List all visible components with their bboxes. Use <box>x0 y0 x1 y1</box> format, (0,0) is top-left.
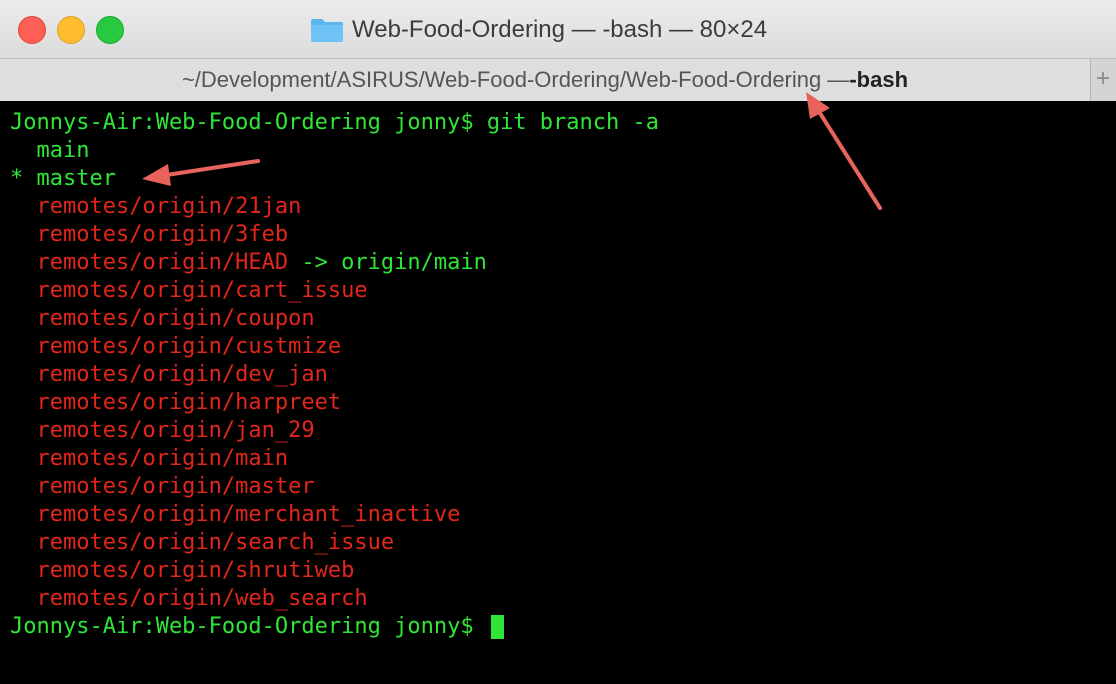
terminal-output[interactable]: Jonnys-Air:Web-Food-Ordering jonny$ git … <box>0 101 1116 684</box>
remote-branch-name: remotes/origin/jan_29 <box>10 418 315 443</box>
remote-branch-line: remotes/origin/dev_jan <box>10 361 659 389</box>
current-branch-marker <box>10 138 37 163</box>
tab-bash[interactable]: ~/Development/ASIRUS/Web-Food-Ordering/W… <box>0 59 1091 101</box>
remote-branch-name: remotes/origin/21jan <box>10 194 302 219</box>
cursor <box>490 615 504 639</box>
title-bar[interactable]: Web-Food-Ordering — -bash — 80×24 <box>0 0 1116 58</box>
branch-name: main <box>36 138 90 163</box>
remote-branch-line: remotes/origin/search_issue <box>10 529 659 557</box>
terminal-window: Web-Food-Ordering — -bash — 80×24 ~/Deve… <box>0 0 1116 684</box>
remote-branch-name: remotes/origin/web_search <box>10 586 368 611</box>
remote-branch-line: remotes/origin/3feb <box>10 221 659 249</box>
remote-branch-name: remotes/origin/cart_issue <box>10 278 368 303</box>
zoom-button[interactable] <box>96 16 124 44</box>
head-target: -> origin/main <box>288 250 487 275</box>
remote-branch-name: remotes/origin/main <box>10 446 289 471</box>
remote-branch-name: remotes/origin/harpreet <box>10 390 342 415</box>
remote-branch-line: remotes/origin/HEAD -> origin/main <box>10 249 659 277</box>
remote-branch-name: remotes/origin/coupon <box>10 306 315 331</box>
local-branch-line: main <box>10 137 659 165</box>
remote-branch-line: remotes/origin/main <box>10 445 659 473</box>
minimize-button[interactable] <box>57 16 85 44</box>
command-text: git branch -a <box>486 110 660 135</box>
remote-branch-name: remotes/origin/custmize <box>10 334 342 359</box>
branch-name: master <box>36 166 116 191</box>
local-branch-line: * master <box>10 165 659 193</box>
remote-branch-name: remotes/origin/3feb <box>10 222 289 247</box>
remote-branch-name: remotes/origin/HEAD <box>10 250 289 275</box>
remote-branch-line: remotes/origin/master <box>10 473 659 501</box>
remote-branch-name: remotes/origin/merchant_inactive <box>10 502 461 527</box>
current-branch-marker: * <box>10 166 37 191</box>
terminal-lines: Jonnys-Air:Web-Food-Ordering jonny$ git … <box>10 109 659 641</box>
folder-icon <box>310 17 344 43</box>
new-tab-button[interactable]: + <box>1096 65 1110 93</box>
remote-branch-line: remotes/origin/21jan <box>10 193 659 221</box>
prompt-text: Jonnys-Air:Web-Food-Ordering jonny$ <box>10 110 487 135</box>
remote-branch-name: remotes/origin/master <box>10 474 315 499</box>
remote-branch-line: remotes/origin/harpreet <box>10 389 659 417</box>
remote-branch-name: remotes/origin/dev_jan <box>10 362 328 387</box>
tab-process-label: -bash <box>849 67 909 92</box>
remote-branch-line: remotes/origin/web_search <box>10 585 659 613</box>
remote-branch-line: remotes/origin/shrutiweb <box>10 557 659 585</box>
window-title: Web-Food-Ordering — -bash — 80×24 <box>352 16 768 43</box>
remote-branch-name: remotes/origin/search_issue <box>10 530 395 555</box>
remote-branch-line: remotes/origin/coupon <box>10 305 659 333</box>
remote-branch-line: remotes/origin/jan_29 <box>10 417 659 445</box>
remote-branch-line: remotes/origin/custmize <box>10 333 659 361</box>
tab-bar: ~/Development/ASIRUS/Web-Food-Ordering/W… <box>0 58 1116 102</box>
command-line: Jonnys-Air:Web-Food-Ordering jonny$ git … <box>10 109 659 137</box>
window-title-group: Web-Food-Ordering — -bash — 80×24 <box>310 14 767 46</box>
remote-branch-name: remotes/origin/shrutiweb <box>10 558 355 583</box>
close-button[interactable] <box>18 16 46 44</box>
final-prompt-line: Jonnys-Air:Web-Food-Ordering jonny$ <box>10 613 659 641</box>
remote-branch-line: remotes/origin/merchant_inactive <box>10 501 659 529</box>
prompt-text: Jonnys-Air:Web-Food-Ordering jonny$ <box>10 614 487 639</box>
tab-path-label: ~/Development/ASIRUS/Web-Food-Ordering/W… <box>181 67 850 92</box>
remote-branch-line: remotes/origin/cart_issue <box>10 277 659 305</box>
